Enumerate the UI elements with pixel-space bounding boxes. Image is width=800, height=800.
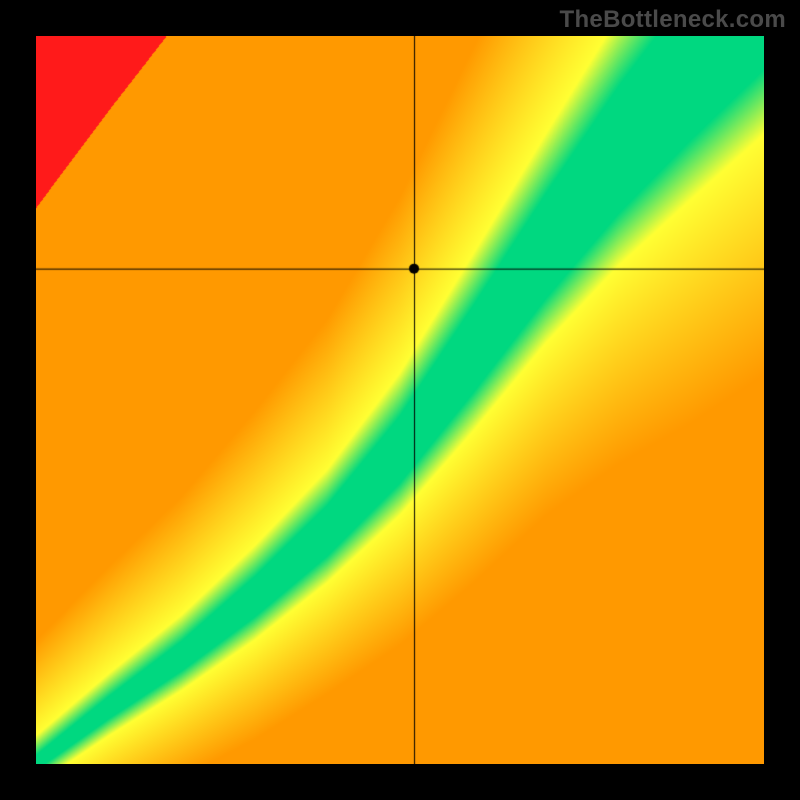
- chart-container: TheBottleneck.com: [0, 0, 800, 800]
- watermark-text: TheBottleneck.com: [560, 6, 786, 34]
- bottleneck-heatmap: [36, 36, 764, 764]
